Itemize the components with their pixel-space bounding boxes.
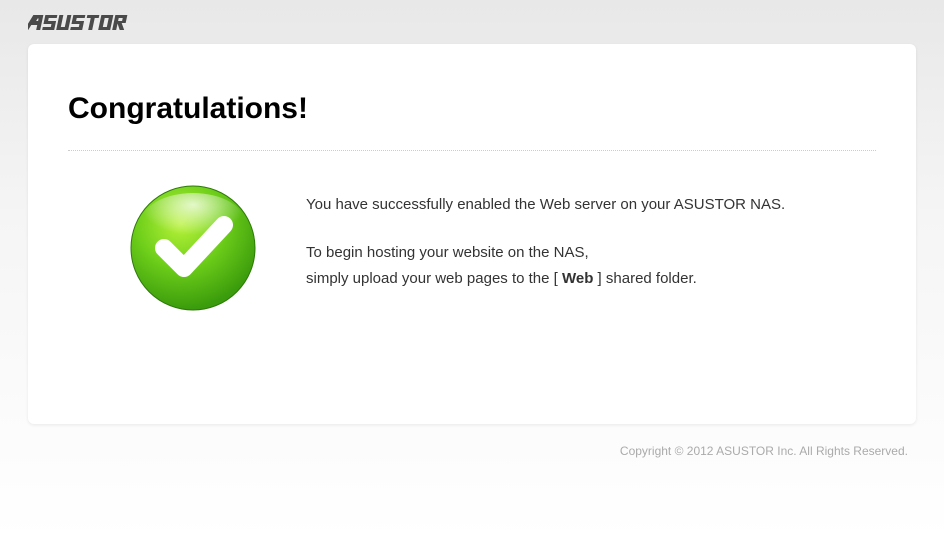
message-line-3-suffix: ] shared folder. [593,270,696,287]
copyright-footer: Copyright © 2012 ASUSTOR Inc. All Rights… [0,424,944,458]
divider [68,150,876,151]
message-line-3-bold: Web [562,270,593,287]
message-block: You have successfully enabled the Web se… [306,183,785,315]
brand-logo [0,0,944,44]
main-card: Congratulations! [28,44,916,424]
message-line-3-prefix: simply upload your web pages to the [ [306,270,562,287]
content-row: You have successfully enabled the Web se… [68,183,876,318]
success-checkmark-icon [128,183,258,318]
asustor-logo-svg [28,12,144,34]
message-line-2: To begin hosting your website on the NAS… [306,241,785,265]
page-title: Congratulations! [68,92,876,126]
message-line-1: You have successfully enabled the Web se… [306,193,785,217]
message-line-3: simply upload your web pages to the [ We… [306,267,785,291]
